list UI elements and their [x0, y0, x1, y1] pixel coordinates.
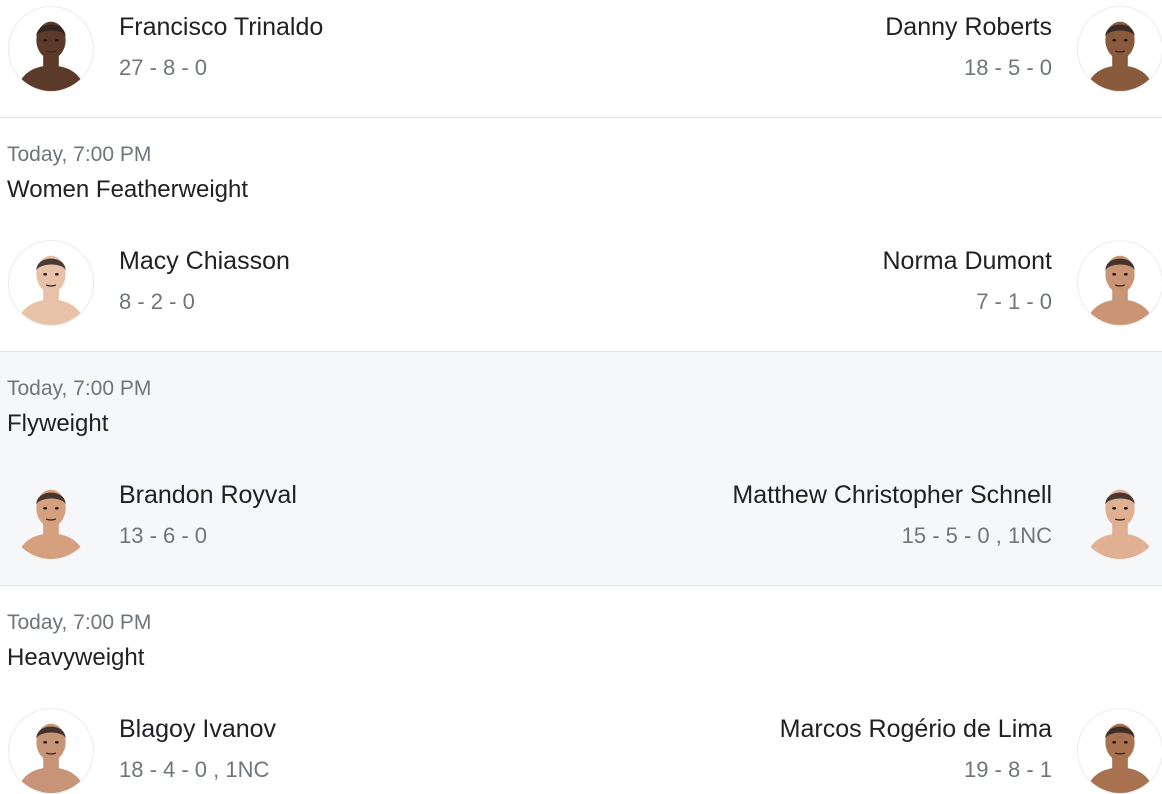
fighter-avatar[interactable] — [1077, 240, 1162, 326]
fighter-avatar[interactable] — [8, 240, 94, 326]
fighter-portrait-icon — [16, 489, 86, 559]
fighter-avatar[interactable] — [8, 6, 94, 92]
fighter-portrait-icon — [16, 723, 86, 793]
fighter-matchup: Macy Chiasson 8 - 2 - 0 Norma Dumont 7 -… — [0, 240, 1162, 330]
fighter-record: 7 - 1 - 0 — [976, 289, 1052, 314]
fighter-portrait-icon — [1085, 255, 1155, 325]
fighter-record: 13 - 6 - 0 — [119, 523, 208, 548]
fighter-record: 8 - 2 - 0 — [119, 289, 195, 314]
weight-class: Women Featherweight — [7, 176, 249, 203]
fighter-name[interactable]: Matthew Christopher Schnell — [732, 481, 1052, 510]
weight-class: Heavyweight — [7, 644, 145, 671]
fight-card[interactable]: Today, 7:00 PM Heavyweight Blagoy Ivanov… — [0, 586, 1162, 794]
fighter-record: 18 - 5 - 0 — [963, 55, 1052, 80]
fight-time: Today, 7:00 PM — [7, 611, 152, 634]
fight-card[interactable]: Francisco Trinaldo 27 - 8 - 0 Danny Robe… — [0, 0, 1162, 118]
fighter-portrait-icon — [1085, 21, 1155, 91]
fighter-record: 27 - 8 - 0 — [119, 55, 208, 80]
fighter-name[interactable]: Marcos Rogério de Lima — [780, 715, 1052, 744]
fighter-avatar[interactable] — [8, 474, 94, 560]
fighter-record: 19 - 8 - 1 — [963, 757, 1052, 782]
fighter-name[interactable]: Brandon Royval — [119, 481, 297, 510]
fighter-name[interactable]: Francisco Trinaldo — [119, 13, 323, 42]
fighter-name[interactable]: Norma Dumont — [883, 247, 1053, 276]
fighter-avatar[interactable] — [1077, 708, 1162, 794]
fighter-name[interactable]: Danny Roberts — [885, 13, 1052, 42]
fighter-portrait-icon — [16, 21, 86, 91]
fighter-portrait-icon — [1085, 489, 1155, 559]
fighter-matchup: Blagoy Ivanov 18 - 4 - 0 , 1NC Marcos Ro… — [0, 708, 1162, 794]
fight-list: Francisco Trinaldo 27 - 8 - 0 Danny Robe… — [0, 0, 1162, 794]
fighter-matchup: Brandon Royval 13 - 6 - 0 Matthew Christ… — [0, 474, 1162, 564]
fighter-avatar[interactable] — [1077, 6, 1162, 92]
fight-card[interactable]: Today, 7:00 PM Women Featherweight Macy … — [0, 118, 1162, 352]
fighter-matchup: Francisco Trinaldo 27 - 8 - 0 Danny Robe… — [0, 6, 1162, 96]
fighter-record: 18 - 4 - 0 , 1NC — [119, 757, 270, 782]
weight-class: Flyweight — [7, 410, 109, 437]
fighter-avatar[interactable] — [1077, 474, 1162, 560]
fight-time: Today, 7:00 PM — [7, 377, 152, 400]
fighter-name[interactable]: Blagoy Ivanov — [119, 715, 276, 744]
fighter-avatar[interactable] — [8, 708, 94, 794]
fight-card[interactable]: Today, 7:00 PM Flyweight Brandon Royval … — [0, 352, 1162, 586]
fight-time: Today, 7:00 PM — [7, 143, 152, 166]
fighter-record: 15 - 5 - 0 , 1NC — [901, 523, 1052, 548]
fighter-portrait-icon — [1085, 723, 1155, 793]
fighter-portrait-icon — [16, 255, 86, 325]
fighter-name[interactable]: Macy Chiasson — [119, 247, 290, 276]
